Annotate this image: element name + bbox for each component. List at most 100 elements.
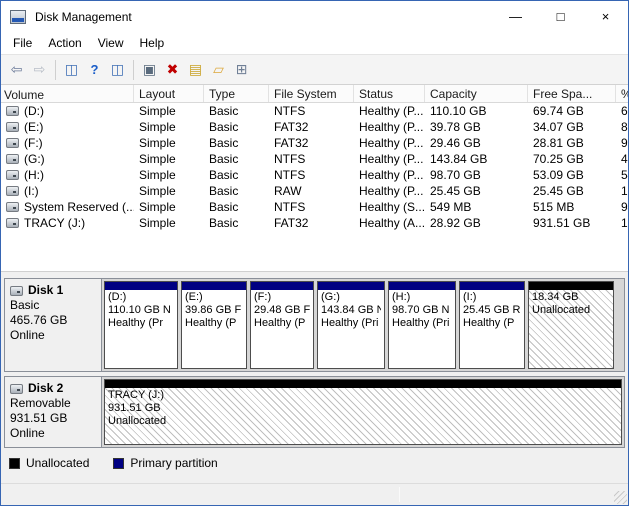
cell-status: Healthy (P... bbox=[354, 136, 425, 150]
disk-size: 931.51 GB bbox=[10, 411, 96, 426]
partition-label: (E:) bbox=[185, 291, 243, 304]
cell-capacity: 98.70 GB bbox=[425, 168, 528, 182]
window-controls: — □ × bbox=[493, 1, 628, 32]
cell-pct-free: 100 % bbox=[616, 184, 628, 198]
open-folder-icon[interactable]: ▱ bbox=[207, 58, 230, 81]
disk-management-window: Disk Management — □ × File Action View H… bbox=[0, 0, 629, 506]
legend-item-unallocated: Unallocated bbox=[9, 456, 89, 470]
cell-file-system: NTFS bbox=[269, 152, 354, 166]
cell-free-space: 931.51 GB bbox=[528, 216, 616, 230]
cell-status: Healthy (P... bbox=[354, 184, 425, 198]
delete-volume-icon[interactable]: ✖ bbox=[161, 58, 184, 81]
show-action-pane-icon[interactable]: ◫ bbox=[106, 58, 129, 81]
disk-icon bbox=[10, 384, 23, 394]
menu-action[interactable]: Action bbox=[40, 34, 89, 52]
menu-help[interactable]: Help bbox=[132, 34, 173, 52]
forward-icon[interactable]: ⇨ bbox=[28, 58, 51, 81]
back-icon[interactable]: ⇦ bbox=[5, 58, 28, 81]
disk-icon bbox=[10, 286, 23, 296]
partition-e[interactable]: (E:) 39.86 GB F Healthy (P bbox=[181, 281, 247, 369]
disk-graphical-pane: Disk 1 Basic 465.76 GB Online (D:) 110.1… bbox=[1, 271, 628, 483]
app-icon[interactable] bbox=[10, 10, 26, 24]
primary-partition-stripe bbox=[460, 282, 524, 290]
menu-file[interactable]: File bbox=[5, 34, 40, 52]
partition-size: 931.51 GB bbox=[108, 402, 618, 415]
legend-label: Unallocated bbox=[26, 456, 89, 470]
cell-free-space: 28.81 GB bbox=[528, 136, 616, 150]
cell-volume: (H:) bbox=[1, 168, 134, 182]
table-row[interactable]: (E:) Simple Basic FAT32 Healthy (P... 39… bbox=[1, 119, 628, 135]
volume-icon bbox=[6, 122, 19, 132]
column-header-status[interactable]: Status bbox=[354, 85, 425, 102]
partition-i[interactable]: (I:) 25.45 GB R Healthy (P bbox=[459, 281, 525, 369]
computer-icon[interactable]: ▣ bbox=[138, 58, 161, 81]
partition-label: (D:) bbox=[108, 291, 174, 304]
unallocated-region-tracy[interactable]: TRACY (J:) 931.51 GB Unallocated bbox=[104, 379, 622, 445]
partition-h[interactable]: (H:) 98.70 GB N Healthy (Pri bbox=[388, 281, 456, 369]
table-row[interactable]: (H:) Simple Basic NTFS Healthy (P... 98.… bbox=[1, 167, 628, 183]
title-bar[interactable]: Disk Management — □ × bbox=[1, 1, 628, 32]
cell-free-space: 515 MB bbox=[528, 200, 616, 214]
table-row[interactable]: (I:) Simple Basic RAW Healthy (P... 25.4… bbox=[1, 183, 628, 199]
partition-d[interactable]: (D:) 110.10 GB N Healthy (Pr bbox=[104, 281, 178, 369]
cell-layout: Simple bbox=[134, 152, 204, 166]
cell-type: Basic bbox=[204, 120, 269, 134]
disk-state: Online bbox=[10, 328, 96, 343]
cell-file-system: FAT32 bbox=[269, 216, 354, 230]
column-header-type[interactable]: Type bbox=[204, 85, 269, 102]
maximize-button[interactable]: □ bbox=[538, 1, 583, 32]
volume-icon bbox=[6, 106, 19, 116]
table-row[interactable]: TRACY (J:) Simple Basic FAT32 Healthy (A… bbox=[1, 215, 628, 231]
table-header: Volume Layout Type File System Status Ca… bbox=[1, 85, 628, 103]
volume-name: System Reserved (... bbox=[24, 200, 134, 214]
help-icon[interactable]: ? bbox=[83, 58, 106, 81]
partition-g[interactable]: (G:) 143.84 GB N Healthy (Pri bbox=[317, 281, 385, 369]
volume-name: (G:) bbox=[24, 152, 45, 166]
cell-pct-free: 100 % bbox=[616, 216, 628, 230]
cell-capacity: 110.10 GB bbox=[425, 104, 528, 118]
column-header-file-system[interactable]: File System bbox=[269, 85, 354, 102]
cell-free-space: 34.07 GB bbox=[528, 120, 616, 134]
cell-type: Basic bbox=[204, 200, 269, 214]
minimize-button[interactable]: — bbox=[493, 1, 538, 32]
cell-type: Basic bbox=[204, 104, 269, 118]
column-header-capacity[interactable]: Capacity bbox=[425, 85, 528, 102]
column-header-volume[interactable]: Volume bbox=[1, 85, 134, 102]
partition-f[interactable]: (F:) 29.48 GB F Healthy (P bbox=[250, 281, 314, 369]
cell-layout: Simple bbox=[134, 120, 204, 134]
show-console-tree-icon[interactable]: ◫ bbox=[60, 58, 83, 81]
close-button[interactable]: × bbox=[583, 1, 628, 32]
table-row[interactable]: (G:) Simple Basic NTFS Healthy (P... 143… bbox=[1, 151, 628, 167]
view-options-icon[interactable]: ⊞ bbox=[230, 58, 253, 81]
cell-capacity: 29.46 GB bbox=[425, 136, 528, 150]
legend: Unallocated Primary partition bbox=[9, 456, 625, 470]
column-header-layout[interactable]: Layout bbox=[134, 85, 204, 102]
cell-volume: System Reserved (... bbox=[1, 200, 134, 214]
table-row[interactable]: (D:) Simple Basic NTFS Healthy (P... 110… bbox=[1, 103, 628, 119]
cell-type: Basic bbox=[204, 168, 269, 182]
cell-status: Healthy (S... bbox=[354, 200, 425, 214]
cell-volume: (E:) bbox=[1, 120, 134, 134]
column-header-pct-free[interactable]: % Free bbox=[616, 85, 628, 102]
cell-layout: Simple bbox=[134, 168, 204, 182]
table-row[interactable]: System Reserved (... Simple Basic NTFS H… bbox=[1, 199, 628, 215]
volume-icon bbox=[6, 202, 19, 212]
toolbar-separator bbox=[55, 60, 56, 80]
table-row[interactable]: (F:) Simple Basic FAT32 Healthy (P... 29… bbox=[1, 135, 628, 151]
cell-file-system: FAT32 bbox=[269, 120, 354, 134]
menu-view[interactable]: View bbox=[90, 34, 132, 52]
cell-volume: (D:) bbox=[1, 104, 134, 118]
column-header-free-space[interactable]: Free Spa... bbox=[528, 85, 616, 102]
unallocated-region[interactable]: 18.34 GB Unallocated bbox=[528, 281, 614, 369]
cell-capacity: 39.78 GB bbox=[425, 120, 528, 134]
legend-label: Primary partition bbox=[130, 456, 217, 470]
unallocated-stripe bbox=[105, 380, 621, 388]
cell-pct-free: 49 % bbox=[616, 152, 628, 166]
resize-grip[interactable] bbox=[614, 491, 627, 504]
cell-pct-free: 98 % bbox=[616, 136, 628, 150]
partition-status: Healthy (P bbox=[185, 317, 243, 330]
disk-2-info[interactable]: Disk 2 Removable 931.51 GB Online bbox=[5, 377, 102, 447]
disk-1-info[interactable]: Disk 1 Basic 465.76 GB Online bbox=[5, 279, 102, 371]
properties-icon[interactable]: ▤ bbox=[184, 58, 207, 81]
cell-free-space: 69.74 GB bbox=[528, 104, 616, 118]
